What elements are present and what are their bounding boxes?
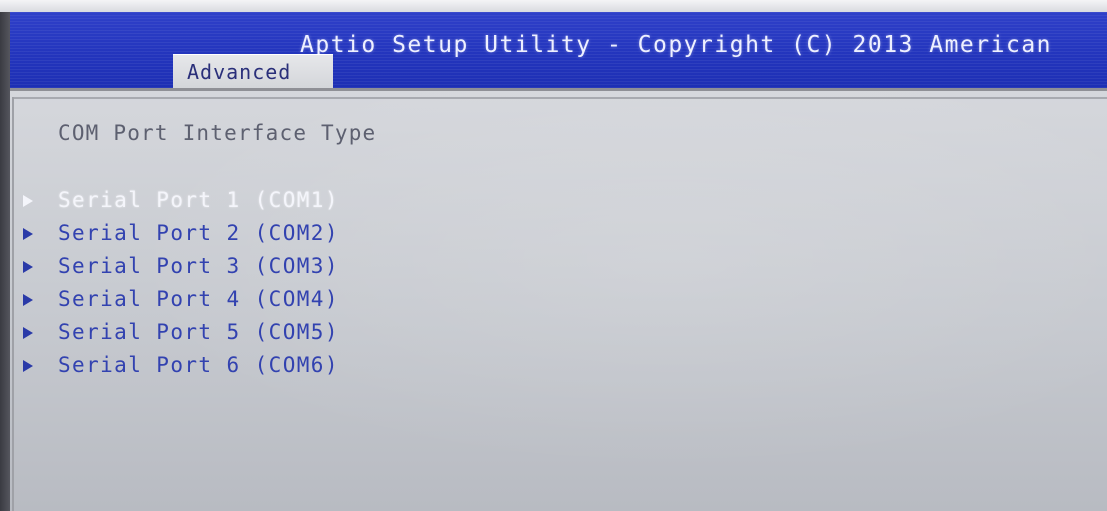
utility-title: Aptio Setup Utility - Copyright (C) 2013… <box>300 32 1053 58</box>
menu-item-serial-port-1[interactable]: Serial Port 1 (COM1) <box>10 184 610 217</box>
menu-item-label: Serial Port 5 (COM5) <box>58 320 339 344</box>
tab-advanced-label: Advanced <box>187 60 292 84</box>
tab-advanced[interactable]: Advanced <box>173 54 333 88</box>
menu-item-serial-port-6[interactable]: Serial Port 6 (COM6) <box>10 349 610 382</box>
right-triangle-icon <box>23 327 33 339</box>
menu-item-label: Serial Port 4 (COM4) <box>58 287 339 311</box>
monitor-bezel-top <box>0 0 1107 12</box>
right-triangle-icon <box>23 261 33 273</box>
menu-item-label: Serial Port 6 (COM6) <box>58 353 339 377</box>
right-triangle-icon <box>23 228 33 240</box>
menu-item-label: Serial Port 1 (COM1) <box>58 188 339 212</box>
content-panel: COM Port Interface Type Serial Port 1 (C… <box>10 88 1107 511</box>
menu-item-label: Serial Port 3 (COM3) <box>58 254 339 278</box>
serial-port-menu: Serial Port 1 (COM1) Serial Port 2 (COM2… <box>10 184 610 382</box>
menu-item-serial-port-4[interactable]: Serial Port 4 (COM4) <box>10 283 610 316</box>
right-triangle-icon <box>23 360 33 372</box>
menu-item-label: Serial Port 2 (COM2) <box>58 221 339 245</box>
header-bar: Aptio Setup Utility - Copyright (C) 2013… <box>10 12 1107 88</box>
menu-item-serial-port-5[interactable]: Serial Port 5 (COM5) <box>10 316 610 349</box>
right-triangle-icon <box>23 195 33 207</box>
section-title: COM Port Interface Type <box>58 121 377 145</box>
menu-item-serial-port-3[interactable]: Serial Port 3 (COM3) <box>10 250 610 283</box>
right-triangle-icon <box>23 294 33 306</box>
bios-screen: Aptio Setup Utility - Copyright (C) 2013… <box>0 0 1107 511</box>
menu-item-serial-port-2[interactable]: Serial Port 2 (COM2) <box>10 217 610 250</box>
monitor-bezel-left <box>0 12 10 511</box>
panel-frame-top <box>14 97 1107 99</box>
